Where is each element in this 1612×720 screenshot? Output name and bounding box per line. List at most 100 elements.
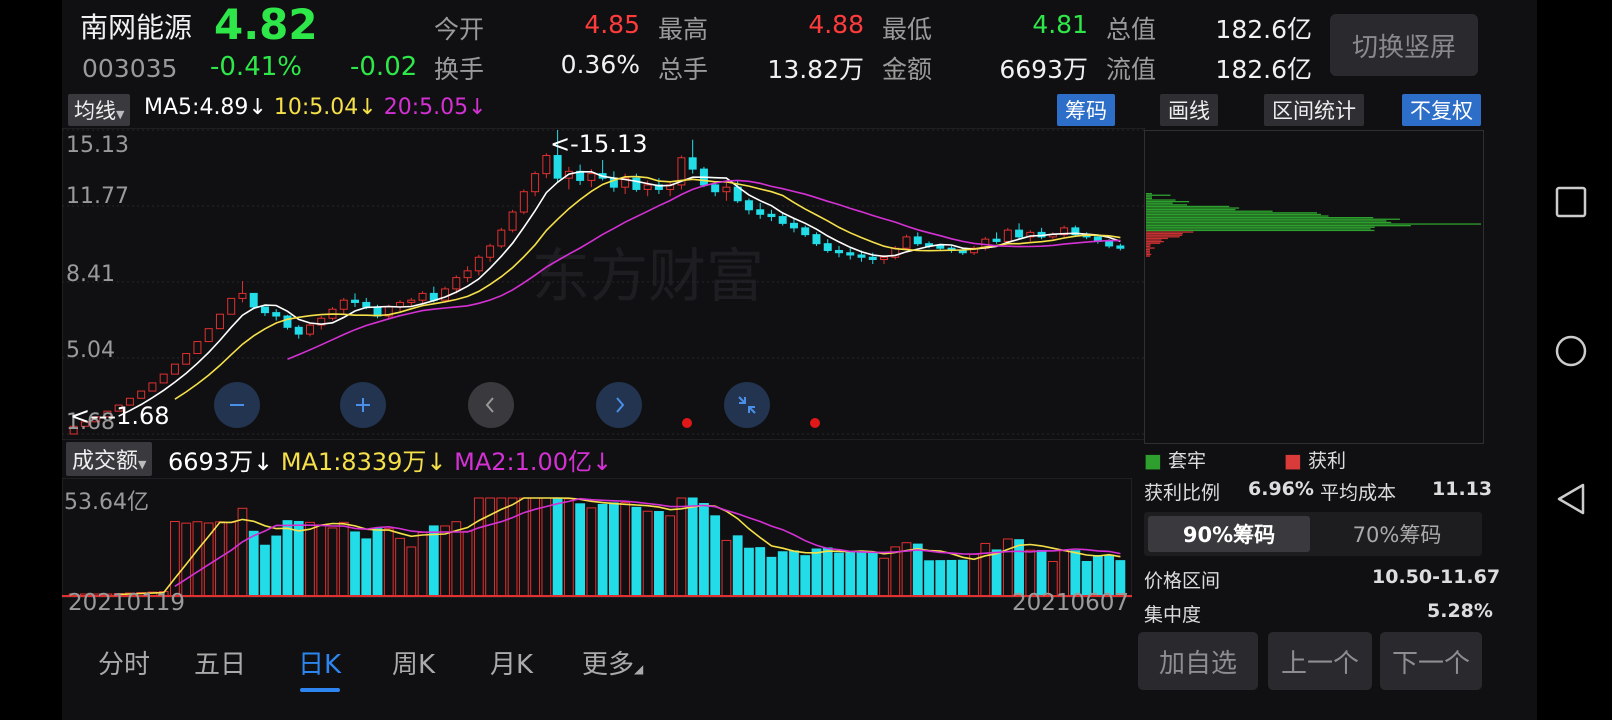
volume-bar [541,497,552,597]
volume-bar [924,560,934,597]
home-icon[interactable] [1554,334,1588,368]
stock-name: 南网能源 [80,11,193,44]
high-marker: <-15.13 [550,130,648,158]
volume-bar [699,503,709,597]
interval-stats-button[interactable]: 区间统计 [1264,94,1364,126]
event-dot[interactable] [810,418,820,428]
candle [486,245,495,258]
chevron-down-icon: ▼ [138,458,147,471]
tab-timeshare[interactable]: 分时 [98,644,150,681]
draw-line-button[interactable]: 画线 [1160,94,1218,126]
candle [407,299,416,303]
chip-bar [1146,226,1375,228]
quote-value: 13.82万 [767,55,864,84]
candle [531,173,540,193]
tab-month-k[interactable]: 月K [490,644,533,681]
ma-selector[interactable]: 均线▼ [68,94,131,126]
chip-bar [1146,231,1194,233]
candle [283,315,292,328]
ma5-value: MA5:4.89 [144,95,249,120]
event-dot[interactable] [682,418,692,428]
ma-selector-label: 均线 [74,99,116,123]
volume-bar [890,546,901,597]
next-button[interactable]: 下一个 [1380,632,1482,690]
ma-legend: MA5:4.89↓ 10:5.04↓ 20:5.05↓ [144,95,487,120]
volume-bar [856,551,867,597]
add-watchlist-button[interactable]: 加自选 [1138,632,1258,690]
candle [812,234,821,245]
volume-bar [845,552,856,597]
quote-value: 182.6亿 [1215,15,1312,44]
quote-label: 最高 [658,15,709,44]
chips-toggle-button[interactable]: 筹码 [1057,94,1115,126]
volume-bar [305,521,315,597]
vol-ma1-value: MA1:8339万 [280,448,427,476]
candle [362,301,371,308]
volume-bar [260,544,270,597]
candle [767,213,776,218]
volume-bar [991,549,1002,597]
volume-bar [372,528,383,597]
volume-bar [361,538,372,597]
volume-bar [935,560,946,597]
tab-90-chips[interactable]: 90%筹码 [1148,516,1310,552]
volume-chart[interactable] [62,478,1132,598]
zoom-out-button[interactable] [214,382,260,428]
candle [902,236,911,249]
candle [159,373,168,384]
concentration-value: 5.28% [1427,600,1493,622]
scroll-left-button[interactable] [468,382,514,428]
volume-selector[interactable]: 成交额▼ [66,442,153,476]
volume-selector-label: 成交额 [72,449,139,474]
chip-bar [1146,249,1150,251]
chip-bar [1146,244,1151,246]
chevron-right-icon [616,397,625,413]
volume-bar [395,537,405,597]
down-arrow-icon: ↓ [592,448,613,476]
volume-bar [777,551,788,597]
tab-more[interactable]: 更多◢ [582,644,643,681]
previous-button[interactable]: 上一个 [1268,632,1372,690]
down-arrow-icon: ↓ [253,448,274,476]
volume-bar [293,520,304,597]
chevron-left-icon [485,397,494,413]
chip-bar [1146,225,1411,227]
chip-bar [1146,194,1171,196]
collapse-button[interactable] [724,382,770,428]
volume-bar [755,547,766,597]
zoom-in-button[interactable] [340,382,386,428]
candle [823,243,832,251]
change-amount: -0.02 [350,52,418,82]
chip-bar [1146,210,1273,212]
switch-portrait-button[interactable]: 切换竖屏 [1330,14,1478,76]
chip-bar [1146,218,1400,220]
chip-bar [1146,221,1392,224]
volume-bar [586,507,597,597]
tab-week-k[interactable]: 周K [392,644,435,681]
chip-bar [1146,202,1173,204]
chip-bar [1146,253,1152,256]
candle [756,209,765,215]
volume-bar [248,530,259,597]
tab-day-k[interactable]: 日K [298,644,341,681]
candle [857,254,866,258]
volume-bar [834,552,844,597]
volume-bar [642,510,653,597]
candle [801,227,810,236]
tab-five-day[interactable]: 五日 [194,644,246,681]
quote-label: 最低 [882,15,933,44]
down-arrow-icon: ↓ [358,95,377,120]
candle [688,157,697,170]
recent-apps-icon[interactable] [1555,186,1587,218]
chip-bar [1146,242,1161,244]
scroll-right-button[interactable] [596,382,642,428]
volume-bar [744,547,754,597]
candle [643,184,652,190]
candle [880,256,888,261]
y-label-3: 8.41 [66,262,115,287]
volume-bar [687,497,698,597]
candle [553,155,562,179]
no-adjust-button[interactable]: 不复权 [1402,94,1481,126]
back-icon[interactable] [1555,482,1587,516]
tab-70-chips[interactable]: 70%筹码 [1316,516,1478,552]
